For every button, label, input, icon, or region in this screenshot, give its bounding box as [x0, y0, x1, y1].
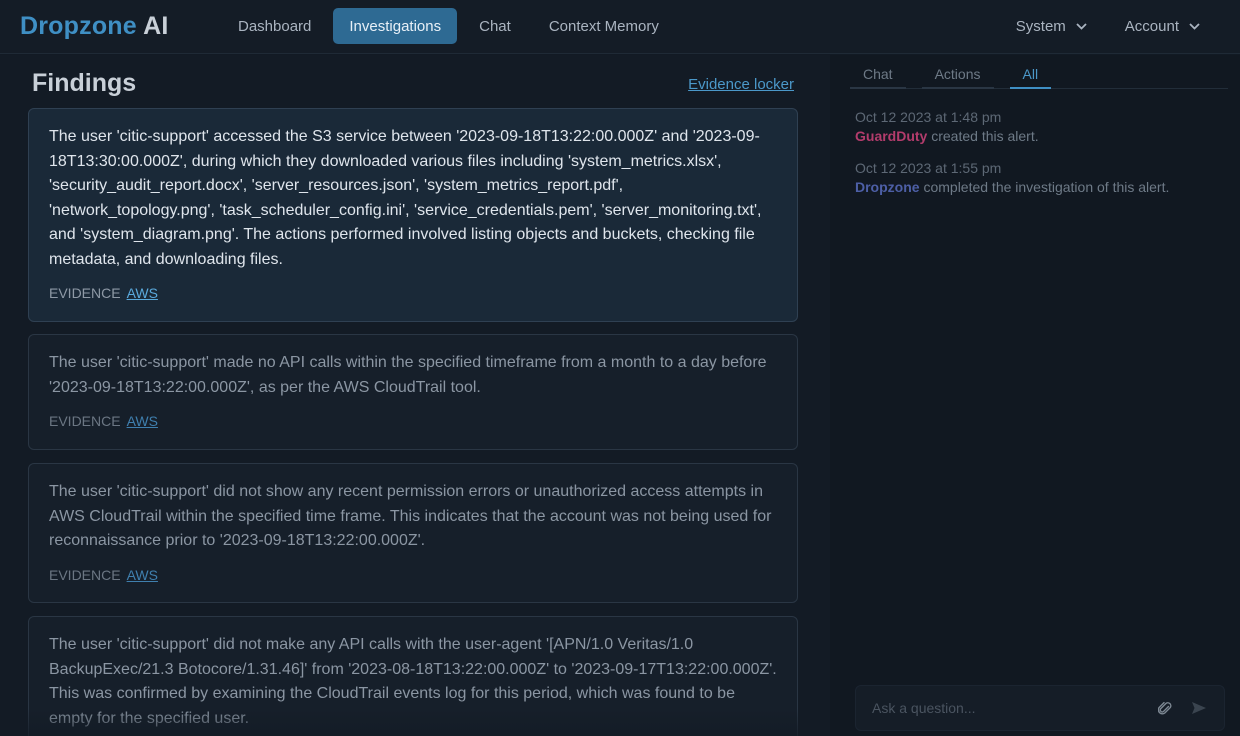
- account-dropdown[interactable]: Account: [1113, 8, 1212, 44]
- nav-chat[interactable]: Chat: [463, 8, 527, 44]
- event-action: created this alert.: [931, 128, 1039, 144]
- ask-question-input[interactable]: [856, 686, 1148, 730]
- system-dropdown-label: System: [1015, 17, 1066, 35]
- finding-card[interactable]: The user 'citic-support' accessed the S3…: [28, 108, 798, 322]
- activity-panel: Chat Actions All Oct 12 2023 at 1:48 pm …: [830, 55, 1240, 736]
- page-title: Findings: [32, 69, 137, 97]
- nav-context-memory[interactable]: Context Memory: [533, 8, 675, 44]
- finding-text: The user 'citic-support' made no API cal…: [49, 354, 767, 396]
- ask-question-box: [855, 685, 1225, 731]
- account-dropdown-label: Account: [1124, 17, 1179, 35]
- finding-card[interactable]: The user 'citic-support' did not make an…: [28, 616, 798, 736]
- timeline-event: Oct 12 2023 at 1:55 pm Dropzone complete…: [855, 159, 1225, 197]
- evidence-locker-link[interactable]: Evidence locker: [688, 76, 794, 93]
- finding-card[interactable]: The user 'citic-support' did not show an…: [28, 463, 798, 603]
- activity-tabs: Chat Actions All: [850, 63, 1228, 89]
- attach-button[interactable]: [1148, 691, 1182, 725]
- evidence-aws-link[interactable]: AWS: [127, 285, 158, 301]
- nav-investigations[interactable]: Investigations: [333, 8, 458, 44]
- evidence-aws-link[interactable]: AWS: [127, 413, 158, 429]
- timeline-event: Oct 12 2023 at 1:48 pm GuardDuty created…: [855, 108, 1225, 146]
- evidence-row: EVIDENCE AWS: [49, 567, 777, 583]
- send-icon: [1192, 702, 1206, 714]
- tab-all[interactable]: All: [1009, 63, 1052, 89]
- event-description: GuardDuty created this alert.: [855, 126, 1225, 146]
- finding-card[interactable]: The user 'citic-support' made no API cal…: [28, 334, 798, 450]
- event-actor: GuardDuty: [855, 128, 928, 144]
- evidence-label: EVIDENCE: [49, 285, 121, 301]
- evidence-label: EVIDENCE: [49, 413, 121, 429]
- evidence-row: EVIDENCE AWS: [49, 413, 777, 429]
- evidence-label: EVIDENCE: [49, 566, 121, 583]
- evidence-row: EVIDENCE AWS: [49, 285, 777, 301]
- event-timestamp: Oct 12 2023 at 1:55 pm: [855, 160, 1002, 176]
- chevron-down-icon: [1189, 22, 1200, 30]
- send-button[interactable]: [1182, 691, 1216, 725]
- finding-text: The user 'citic-support' did not show an…: [49, 483, 772, 549]
- nav-dashboard[interactable]: Dashboard: [222, 8, 327, 44]
- brand-suffix: AI: [143, 12, 169, 40]
- system-dropdown[interactable]: System: [1004, 8, 1099, 44]
- event-action: completed the investigation of this aler…: [923, 179, 1170, 195]
- nav-right-group: System Account: [990, 8, 1212, 44]
- brand-name: Dropzone: [20, 12, 137, 40]
- tab-actions[interactable]: Actions: [921, 63, 994, 89]
- event-description: Dropzone completed the investigation of …: [855, 177, 1225, 197]
- event-actor: Dropzone: [855, 179, 920, 195]
- top-nav-bar: Dropzone AI Dashboard Investigations Cha…: [0, 0, 1240, 54]
- activity-timeline: Oct 12 2023 at 1:48 pm GuardDuty created…: [855, 108, 1225, 210]
- finding-text: The user 'citic-support' did not make an…: [49, 636, 777, 727]
- chevron-down-icon: [1076, 22, 1087, 30]
- brand-logo[interactable]: Dropzone AI: [20, 12, 169, 41]
- paperclip-icon: [1158, 701, 1172, 715]
- event-timestamp: Oct 12 2023 at 1:48 pm: [855, 109, 1002, 125]
- finding-text: The user 'citic-support' accessed the S3…: [49, 128, 762, 268]
- findings-panel: Findings Evidence locker The user 'citic…: [0, 55, 830, 736]
- tab-chat[interactable]: Chat: [850, 63, 906, 89]
- evidence-aws-link[interactable]: AWS: [127, 567, 158, 583]
- main-nav: Dashboard Investigations Chat Context Me…: [222, 8, 681, 44]
